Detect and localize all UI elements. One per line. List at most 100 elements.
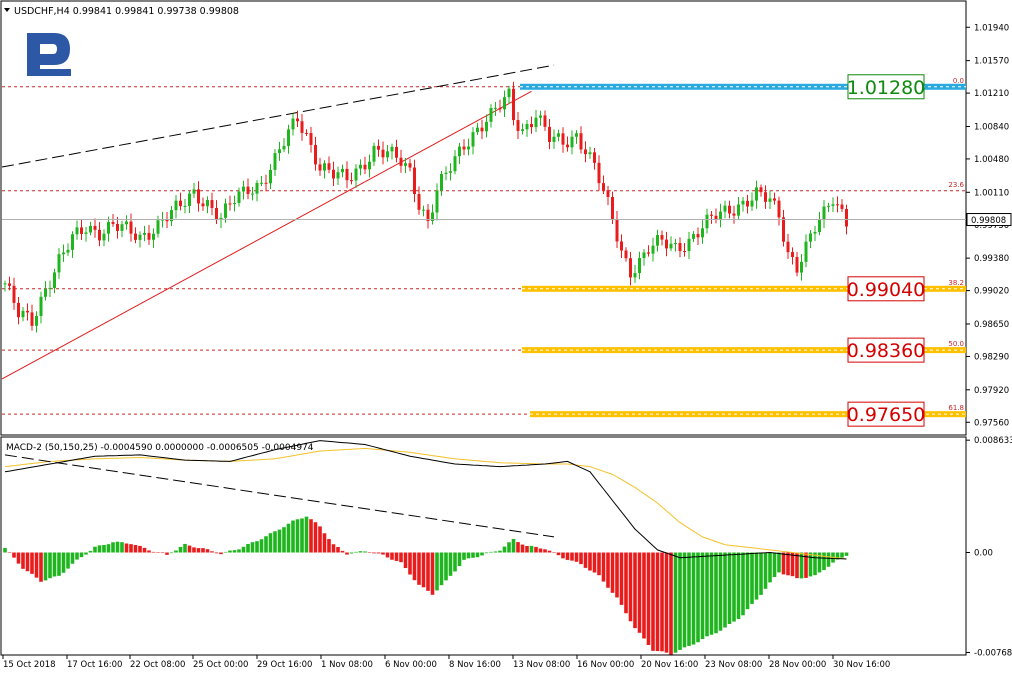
candle-body <box>93 225 97 230</box>
candle-body <box>809 233 812 242</box>
macd-bar <box>97 545 102 553</box>
candle-body <box>408 163 412 168</box>
candle-body <box>710 214 713 216</box>
candle-body <box>318 164 322 171</box>
macd-bar <box>390 552 394 560</box>
candle-body <box>566 144 569 148</box>
candle-body <box>453 156 457 172</box>
macd-bar <box>286 523 291 553</box>
candle-body <box>836 204 839 206</box>
macd-bar <box>3 547 7 553</box>
macd-bar <box>808 552 813 577</box>
macd-bar <box>304 516 309 553</box>
candle-body <box>845 208 848 227</box>
macd-bar <box>12 552 16 558</box>
macd-bar <box>57 552 61 576</box>
candle-body <box>462 146 466 150</box>
candle-body <box>696 234 700 238</box>
macd-bar <box>228 550 232 553</box>
candle-body <box>692 234 695 239</box>
macd-bar <box>597 552 601 576</box>
price-tick-label: 0.97560 <box>974 418 1009 428</box>
candle-body <box>62 252 65 255</box>
price-tick-label: 0.99020 <box>974 287 1009 297</box>
macd-bar <box>340 550 345 553</box>
candle-body <box>246 186 250 194</box>
candle-body <box>516 120 520 131</box>
candle-body <box>656 235 659 246</box>
candle-body <box>822 206 826 221</box>
macd-bar <box>795 552 799 579</box>
candle-body <box>287 129 290 146</box>
time-axis: 15 Oct 2018 17 Oct 16:00 22 Oct 08:00 25 Oc… <box>2 655 890 670</box>
candle-body <box>210 200 214 208</box>
macd-bar <box>151 551 156 553</box>
candle-body <box>359 164 362 169</box>
fib-price-label: 1.01280 <box>847 77 926 99</box>
candle-body <box>39 296 43 316</box>
macd-bar <box>750 552 754 604</box>
price-tick-label: 1.00840 <box>974 122 1009 132</box>
macd-bar <box>511 538 516 553</box>
macd-bar <box>295 519 300 553</box>
candle-body <box>242 186 245 192</box>
fib-price-label: 0.99040 <box>847 279 926 301</box>
time-tick-label: 15 Oct 2018 <box>3 660 56 670</box>
candle-body <box>300 121 304 133</box>
macd-bar <box>160 552 165 554</box>
macd-bar <box>93 546 97 553</box>
macd-bar <box>300 518 304 553</box>
candle-body <box>732 213 736 216</box>
macd-bar <box>736 552 741 619</box>
macd-bar <box>111 542 115 553</box>
macd-bar <box>201 548 205 553</box>
macd-bar <box>786 552 790 576</box>
candle-body <box>543 115 547 127</box>
macd-bar <box>691 552 696 645</box>
candle-body <box>323 163 326 171</box>
candle-body <box>156 220 160 234</box>
main-chart-frame <box>0 0 967 436</box>
candle-body <box>386 151 389 158</box>
candle-body <box>503 97 506 110</box>
candle-body <box>413 167 416 195</box>
macd-bar <box>556 552 561 556</box>
price-tick-label: 1.00480 <box>974 155 1009 165</box>
candle-body <box>642 252 646 258</box>
candle-body <box>116 223 119 231</box>
macd-bar <box>651 552 655 651</box>
macd-bar <box>781 552 786 575</box>
macd-bar <box>462 552 466 560</box>
candle-body <box>723 205 727 212</box>
candle-body <box>579 133 583 150</box>
candle-body <box>818 220 821 232</box>
macd-bar <box>534 546 538 553</box>
macd-bar <box>291 520 295 553</box>
candle-body <box>224 203 227 218</box>
fib-price-label: 0.98360 <box>847 340 926 362</box>
macd-bar <box>660 552 664 652</box>
macd-bar <box>372 552 376 554</box>
macd-bar <box>264 536 268 553</box>
candle-body <box>251 193 254 195</box>
macd-bar <box>538 548 543 553</box>
macd-bar <box>624 552 628 614</box>
macd-bar <box>700 552 705 640</box>
candle-body <box>561 133 565 145</box>
candle-body <box>530 124 533 128</box>
macd-bar <box>165 552 169 555</box>
macd-bar <box>484 552 489 554</box>
candle-body <box>237 191 241 204</box>
macd-bar <box>385 552 390 558</box>
chart-canvas[interactable]: USDCHF,H4 0.99841 0.99841 0.99738 0.9980… <box>0 0 1012 674</box>
macd-bar <box>237 549 241 553</box>
macd-bar <box>489 551 493 553</box>
macd-bar <box>682 552 687 648</box>
candle-body <box>201 203 205 207</box>
candle-body <box>629 258 632 278</box>
time-tick-label: 28 Nov 00:00 <box>769 660 826 670</box>
macd-bar <box>498 550 502 553</box>
macd-bar <box>223 551 228 553</box>
candle-body <box>638 257 641 274</box>
macd-bar <box>579 552 583 565</box>
